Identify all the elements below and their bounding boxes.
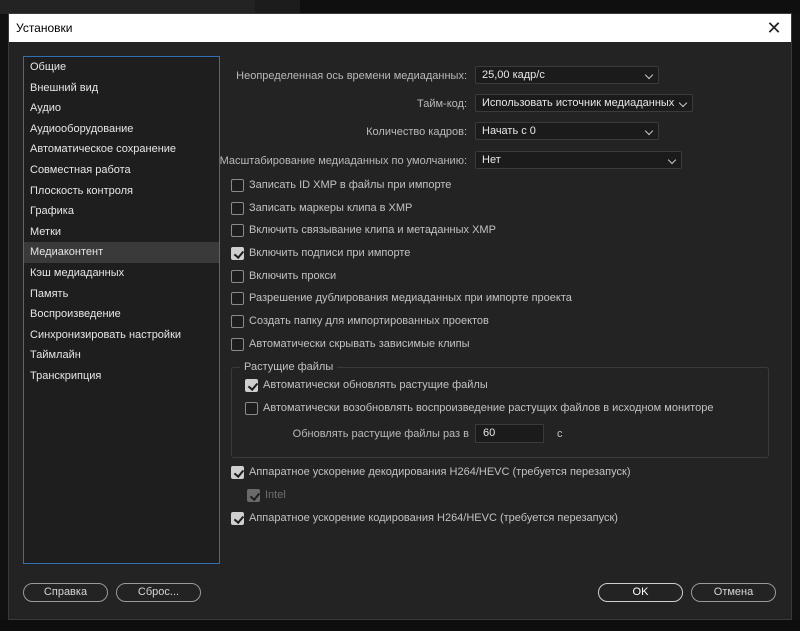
- timebase-value: 25,00 кадр/с: [482, 69, 545, 81]
- refresh-interval-input[interactable]: 60: [475, 424, 544, 443]
- option-checkbox[interactable]: [231, 270, 244, 283]
- default-scale-dropdown[interactable]: Нет: [475, 151, 682, 169]
- help-button[interactable]: Справка: [23, 583, 108, 602]
- default-scale-label: Масштабирование медиаданных по умолчанию…: [219, 155, 467, 167]
- sidebar-item[interactable]: Совместная работа: [24, 160, 219, 181]
- sidebar-item[interactable]: Таймлайн: [24, 345, 219, 366]
- background-app-strip: [0, 0, 800, 14]
- option-checkbox[interactable]: [231, 224, 244, 237]
- growing-files-title: Растущие файлы: [240, 361, 338, 373]
- sidebar-item[interactable]: Синхронизировать настройки: [24, 325, 219, 346]
- chevron-down-icon: [678, 98, 688, 108]
- frame-count-value: Начать с 0: [482, 125, 536, 137]
- option-checkbox[interactable]: [231, 292, 244, 305]
- chevron-down-icon: [667, 155, 677, 165]
- intel-checkbox[interactable]: [247, 489, 260, 502]
- preferences-dialog: Установки ✕ Общие Внешний вид Аудио Аудиооб…: [8, 13, 792, 620]
- sidebar-item[interactable]: Общие: [24, 57, 219, 78]
- option-checkbox[interactable]: [231, 179, 244, 192]
- sidebar-item[interactable]: Воспроизведение: [24, 304, 219, 325]
- option-label: Разрешение дублирования медиаданных при …: [249, 292, 572, 304]
- option-checkbox[interactable]: [231, 338, 244, 351]
- hw-encode-checkbox[interactable]: [231, 512, 244, 525]
- hw-decode-checkbox[interactable]: [231, 466, 244, 479]
- auto-refresh-checkbox[interactable]: [245, 379, 258, 392]
- option-checkbox[interactable]: [231, 202, 244, 215]
- hw-encode-label: Аппаратное ускорение кодирования H264/HE…: [249, 512, 618, 524]
- option-checkbox[interactable]: [231, 247, 244, 260]
- option-label: Автоматически скрывать зависимые клипы: [249, 338, 470, 350]
- option-label: Записать ID XMP в файлы при импорте: [249, 179, 452, 191]
- sidebar-item[interactable]: Транскрипция: [24, 366, 219, 387]
- option-label: Включить подписи при импорте: [249, 247, 411, 259]
- chevron-down-icon: [644, 126, 654, 136]
- intel-label: Intel: [265, 489, 286, 501]
- frame-count-dropdown[interactable]: Начать с 0: [475, 122, 659, 140]
- refresh-interval-label: Обновлять растущие файлы раз в: [292, 428, 469, 440]
- sidebar-item[interactable]: Метки: [24, 222, 219, 243]
- chevron-down-icon: [644, 70, 654, 80]
- sidebar-item[interactable]: Внешний вид: [24, 78, 219, 99]
- dialog-title: Установки: [16, 21, 73, 35]
- option-checkbox[interactable]: [231, 315, 244, 328]
- sidebar-item[interactable]: Графика: [24, 201, 219, 222]
- default-scale-value: Нет: [482, 154, 501, 166]
- preferences-category-list: Общие Внешний вид Аудио Аудиооборудование Ав…: [23, 56, 220, 564]
- option-label: Записать маркеры клипа в XMP: [249, 202, 413, 214]
- reset-button[interactable]: Сброс...: [116, 583, 201, 602]
- auto-resume-checkbox[interactable]: [245, 402, 258, 415]
- timecode-label: Тайм-код:: [417, 98, 467, 110]
- sidebar-item[interactable]: Медиаконтент: [24, 242, 219, 263]
- sidebar-item[interactable]: Аудио: [24, 98, 219, 119]
- option-label: Создать папку для импортированных проект…: [249, 315, 489, 327]
- auto-resume-label: Автоматически возобновлять воспроизведен…: [263, 402, 714, 414]
- title-bar: Установки ✕: [9, 14, 791, 42]
- sidebar-item[interactable]: Кэш медиаданных: [24, 263, 219, 284]
- close-icon[interactable]: ✕: [763, 17, 785, 39]
- option-label: Включить прокси: [249, 270, 337, 282]
- sidebar-item[interactable]: Память: [24, 284, 219, 305]
- cancel-button[interactable]: Отмена: [691, 583, 776, 602]
- refresh-interval-unit: с: [557, 428, 563, 440]
- option-label: Включить связывание клипа и метаданных X…: [249, 224, 496, 236]
- background-app-bottom: [0, 620, 800, 631]
- sidebar-item[interactable]: Аудиооборудование: [24, 119, 219, 140]
- timecode-dropdown[interactable]: Использовать источник медиаданных: [475, 94, 693, 112]
- frame-count-label: Количество кадров:: [366, 126, 467, 138]
- hw-decode-label: Аппаратное ускорение декодирования H264/…: [249, 466, 631, 478]
- sidebar-item[interactable]: Плоскость контроля: [24, 181, 219, 202]
- timebase-dropdown[interactable]: 25,00 кадр/с: [475, 66, 659, 84]
- ok-button[interactable]: OK: [598, 583, 683, 602]
- sidebar-item[interactable]: Автоматическое сохранение: [24, 139, 219, 160]
- timebase-label: Неопределенная ось времени медиаданных:: [236, 70, 467, 82]
- auto-refresh-label: Автоматически обновлять растущие файлы: [263, 379, 488, 391]
- timecode-value: Использовать источник медиаданных: [482, 97, 675, 109]
